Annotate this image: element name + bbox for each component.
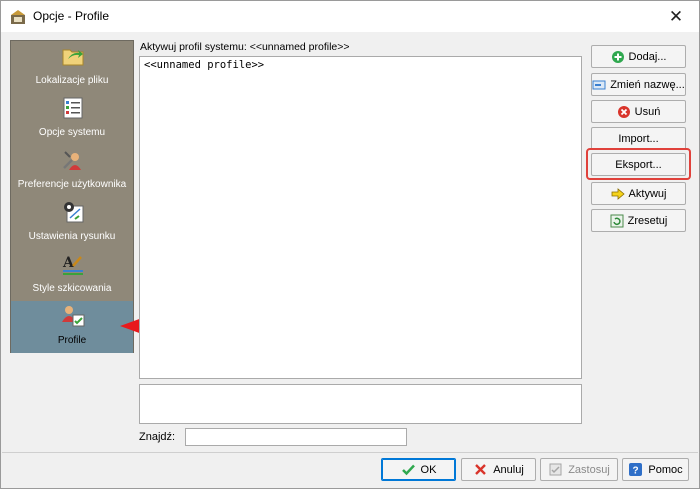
- reset-icon: [610, 214, 624, 227]
- import-button[interactable]: Import...: [591, 127, 686, 150]
- checklist-icon: [63, 97, 83, 119]
- help-button[interactable]: ? Pomoc: [622, 458, 689, 481]
- cancel-button[interactable]: Anuluj: [461, 458, 536, 481]
- sidebar-item-user-preferences[interactable]: Preferencje użytkownika: [11, 145, 133, 197]
- active-profile-label: Aktywuj profil systemu: <<unnamed profil…: [140, 41, 350, 53]
- rename-label: Zmień nazwę...: [610, 78, 685, 91]
- options-dialog: Opcje - Profile ✕ Lokalizacje pliku Opcj…: [0, 0, 700, 489]
- ok-label: OK: [420, 463, 437, 476]
- help-icon: ?: [629, 463, 643, 477]
- delete-label: Usuń: [634, 105, 661, 118]
- check-icon: [401, 464, 415, 476]
- sidebar-item-label: Preferencje użytkownika: [17, 179, 127, 190]
- list-item[interactable]: <<unnamed profile>>: [144, 59, 264, 71]
- title-bar: Opcje - Profile ✕: [1, 1, 699, 32]
- sidebar-item-label: Lokalizacje pliku: [35, 75, 109, 86]
- add-icon: [611, 50, 624, 63]
- sidebar-item-profiles[interactable]: Profile: [11, 301, 133, 353]
- sidebar-item-file-locations[interactable]: Lokalizacje pliku: [11, 41, 133, 93]
- add-label: Dodaj...: [628, 50, 667, 63]
- reset-label: Zresetuj: [627, 214, 668, 227]
- sidebar-item-system-options[interactable]: Opcje systemu: [11, 93, 133, 145]
- svg-text:?: ?: [633, 466, 639, 477]
- apply-label: Zastosuj: [568, 463, 610, 476]
- reset-button[interactable]: Zresetuj: [591, 209, 686, 232]
- sidebar-item-label: Style szkicowania: [32, 283, 112, 294]
- app-icon: [11, 10, 25, 24]
- find-input[interactable]: [185, 428, 407, 446]
- activate-label: Aktywuj: [628, 187, 667, 200]
- sidebar-item-sketch-styles[interactable]: A Style szkicowania: [11, 249, 133, 301]
- apply-icon: [549, 463, 562, 476]
- export-button[interactable]: Eksport...: [591, 153, 686, 176]
- profile-description-box: [139, 384, 582, 424]
- sidebar-item-drawing-settings[interactable]: Ustawienia rysunku: [11, 197, 133, 249]
- folder-arrow-icon: [62, 49, 84, 66]
- svg-text:A: A: [62, 255, 75, 271]
- drawing-settings-icon: [64, 202, 84, 223]
- close-icon: ✕: [668, 6, 684, 26]
- profile-icon: [62, 306, 85, 327]
- options-sidebar: Lokalizacje pliku Opcje systemu Preferen…: [10, 40, 134, 353]
- window-title: Opcje - Profile: [33, 9, 110, 23]
- apply-button[interactable]: Zastosuj: [540, 458, 618, 481]
- add-button[interactable]: Dodaj...: [591, 45, 686, 68]
- cross-icon: [475, 464, 487, 475]
- sidebar-item-label: Profile: [57, 335, 87, 346]
- footer-divider: [2, 452, 698, 453]
- sidebar-item-label: Opcje systemu: [38, 127, 106, 138]
- import-label: Import...: [618, 132, 659, 145]
- sketch-style-icon: A: [62, 255, 83, 275]
- ok-button[interactable]: OK: [381, 458, 456, 481]
- find-label: Znajdź:: [139, 431, 176, 443]
- sidebar-item-label: Ustawienia rysunku: [28, 231, 116, 242]
- rename-icon: [592, 80, 606, 89]
- export-label: Eksport...: [615, 158, 662, 171]
- profiles-list[interactable]: <<unnamed profile>>: [139, 56, 582, 379]
- activate-button[interactable]: Aktywuj: [591, 182, 686, 205]
- delete-button[interactable]: Usuń: [591, 100, 686, 123]
- rename-button[interactable]: Zmień nazwę...: [591, 73, 686, 96]
- delete-icon: [617, 105, 630, 118]
- user-tools-icon: [63, 151, 81, 170]
- arrow-right-icon: [611, 187, 625, 200]
- close-button[interactable]: ✕: [653, 1, 699, 32]
- cancel-label: Anuluj: [493, 463, 524, 476]
- help-label: Pomoc: [648, 463, 683, 476]
